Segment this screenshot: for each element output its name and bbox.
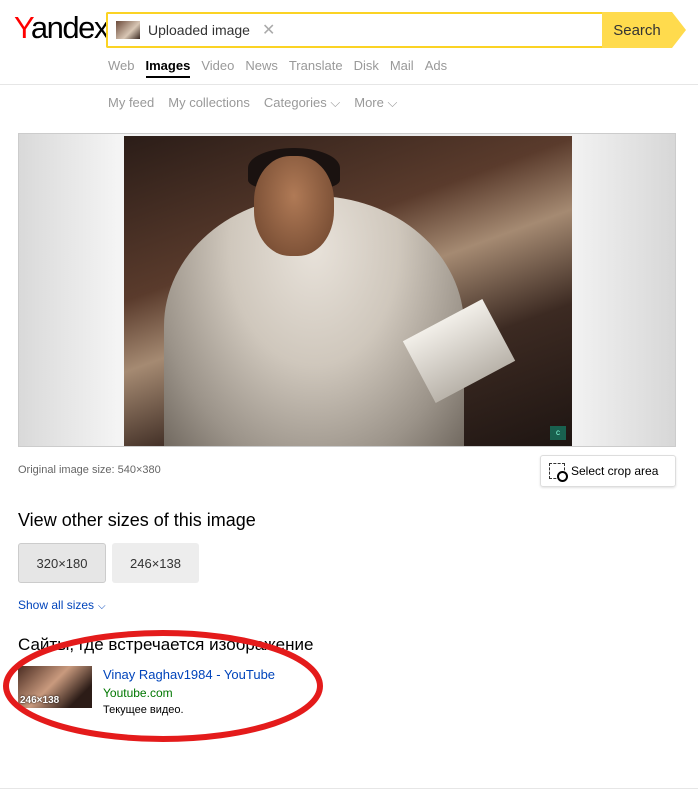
search-button[interactable]: Search bbox=[602, 12, 686, 48]
result-description: Текущее видео. bbox=[103, 704, 184, 716]
result-domain-link[interactable]: Youtube.com bbox=[103, 686, 173, 700]
service-web[interactable]: Web bbox=[108, 58, 135, 78]
footer-divider bbox=[0, 788, 698, 789]
clear-icon[interactable]: ✕ bbox=[262, 20, 275, 40]
logo-letter-y: Y bbox=[14, 10, 32, 45]
subnav-categories[interactable]: Categories ⌵ bbox=[264, 95, 340, 111]
chevron-down-icon: ⌵ bbox=[98, 601, 106, 612]
result-title-link[interactable]: Vinay Raghav1984 - YouTube bbox=[103, 667, 275, 682]
photo-person-face bbox=[254, 156, 334, 256]
size-button-320x180[interactable]: 320×180 bbox=[18, 543, 106, 583]
subnav-my-collections[interactable]: My collections bbox=[168, 95, 250, 111]
crop-search-icon bbox=[549, 463, 568, 482]
sites-heading: Сайты, где встречается изображение bbox=[18, 635, 314, 654]
subnav-my-feed[interactable]: My feed bbox=[108, 95, 154, 111]
service-ads[interactable]: Ads bbox=[425, 58, 447, 78]
uploaded-image-thumbnail bbox=[116, 21, 140, 39]
uploaded-image-chip[interactable]: Uploaded image ✕ bbox=[116, 20, 275, 40]
service-images[interactable]: Images bbox=[145, 58, 191, 78]
services-nav: Web Images Video News Translate Disk Mai… bbox=[108, 58, 458, 78]
yandex-logo[interactable]: Yandex bbox=[14, 10, 109, 46]
service-mail[interactable]: Mail bbox=[390, 58, 414, 78]
subnav-more[interactable]: More ⌵ bbox=[354, 95, 397, 111]
service-news[interactable]: News bbox=[245, 58, 278, 78]
show-all-sizes-link[interactable]: Show all sizes ⌵ bbox=[18, 598, 106, 612]
size-button-246x138[interactable]: 246×138 bbox=[112, 543, 199, 583]
service-video[interactable]: Video bbox=[201, 58, 234, 78]
header-divider bbox=[0, 84, 698, 85]
search-bar: Uploaded image ✕ Search bbox=[106, 12, 686, 48]
service-disk[interactable]: Disk bbox=[354, 58, 379, 78]
result-thumbnail[interactable]: 246×138 bbox=[18, 666, 92, 708]
logo-letters: andex bbox=[30, 10, 109, 45]
search-input[interactable]: Uploaded image ✕ bbox=[106, 12, 602, 48]
other-sizes-heading: View other sizes of this image bbox=[18, 510, 256, 530]
channel-watermark: c bbox=[550, 426, 566, 440]
result-thumbnail-size: 246×138 bbox=[20, 695, 60, 706]
show-all-sizes-label: Show all sizes bbox=[18, 598, 95, 612]
images-subnav: My feed My collections Categories ⌵ More… bbox=[108, 95, 411, 111]
image-preview-panel: c bbox=[18, 133, 676, 447]
select-crop-button[interactable]: Select crop area bbox=[540, 455, 676, 487]
service-translate[interactable]: Translate bbox=[289, 58, 343, 78]
original-size-text: Original image size: 540×380 bbox=[18, 464, 161, 476]
crop-label: Select crop area bbox=[571, 464, 659, 478]
uploaded-photo[interactable]: c bbox=[124, 136, 572, 446]
uploaded-image-label: Uploaded image bbox=[148, 22, 250, 38]
